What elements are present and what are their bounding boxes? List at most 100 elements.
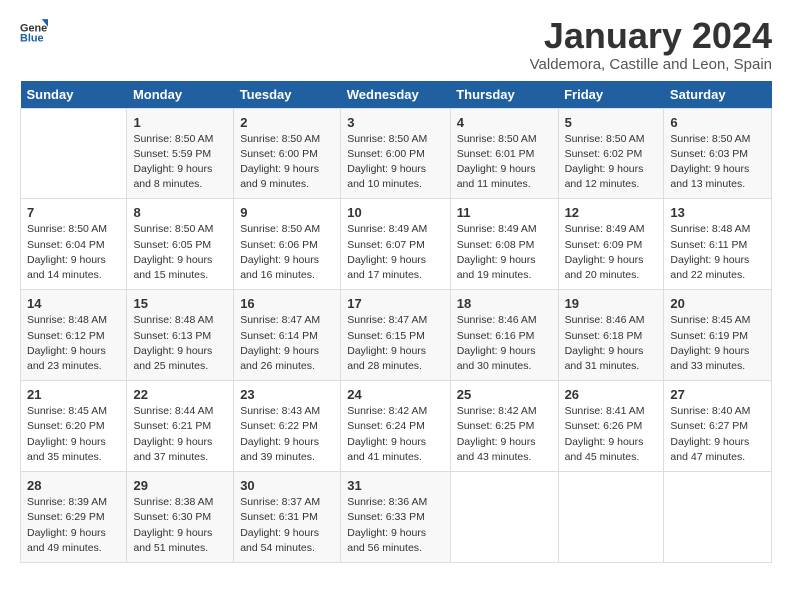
day-info: Sunrise: 8:40 AMSunset: 6:27 PMDaylight:… — [670, 404, 765, 465]
header-day-tuesday: Tuesday — [234, 81, 341, 109]
header-day-wednesday: Wednesday — [341, 81, 450, 109]
day-number: 15 — [133, 296, 227, 311]
day-number: 30 — [240, 478, 334, 493]
calendar-cell: 30 Sunrise: 8:37 AMSunset: 6:31 PMDayligh… — [234, 472, 341, 563]
calendar-cell: 21 Sunrise: 8:45 AMSunset: 6:20 PMDayligh… — [21, 381, 127, 472]
calendar-cell: 10 Sunrise: 8:49 AMSunset: 6:07 PMDayligh… — [341, 199, 450, 290]
day-number: 12 — [565, 205, 658, 220]
day-info: Sunrise: 8:50 AMSunset: 5:59 PMDaylight:… — [133, 132, 227, 193]
day-info: Sunrise: 8:50 AMSunset: 6:05 PMDaylight:… — [133, 222, 227, 283]
main-title: January 2024 — [530, 16, 772, 56]
day-number: 23 — [240, 387, 334, 402]
day-number: 1 — [133, 115, 227, 130]
calendar-cell: 2Sunrise: 8:50 AMSunset: 6:00 PMDaylight… — [234, 108, 341, 199]
calendar-cell — [664, 472, 772, 563]
day-info: Sunrise: 8:45 AMSunset: 6:19 PMDaylight:… — [670, 313, 765, 374]
day-info: Sunrise: 8:50 AMSunset: 6:03 PMDaylight:… — [670, 132, 765, 193]
day-number: 26 — [565, 387, 658, 402]
day-number: 4 — [457, 115, 552, 130]
calendar-cell: 22Sunrise: 8:44 AMSunset: 6:21 PMDayligh… — [127, 381, 234, 472]
calendar-cell: 26 Sunrise: 8:41 AMSunset: 6:26 PMDayligh… — [558, 381, 664, 472]
header-row: SundayMondayTuesdayWednesdayThursdayFrid… — [21, 81, 772, 109]
calendar-cell: 28 Sunrise: 8:39 AMSunset: 6:29 PMDayligh… — [21, 472, 127, 563]
calendar-cell: 19 Sunrise: 8:46 AMSunset: 6:18 PMDayligh… — [558, 290, 664, 381]
svg-text:Blue: Blue — [20, 33, 44, 44]
calendar-cell: 1 Sunrise: 8:50 AMSunset: 5:59 PMDaylight… — [127, 108, 234, 199]
calendar-cell: 7 Sunrise: 8:50 AMSunset: 6:04 PMDaylight… — [21, 199, 127, 290]
day-info: Sunrise: 8:49 AMSunset: 6:07 PMDaylight:… — [347, 222, 443, 283]
week-row-4: 21 Sunrise: 8:45 AMSunset: 6:20 PMDayligh… — [21, 381, 772, 472]
calendar-cell: 24Sunrise: 8:42 AMSunset: 6:24 PMDayligh… — [341, 381, 450, 472]
calendar-cell: 4Sunrise: 8:50 AMSunset: 6:01 PMDaylight… — [450, 108, 558, 199]
day-info: Sunrise: 8:46 AMSunset: 6:18 PMDaylight:… — [565, 313, 658, 374]
week-row-1: 1 Sunrise: 8:50 AMSunset: 5:59 PMDaylight… — [21, 108, 772, 199]
day-info: Sunrise: 8:49 AMSunset: 6:08 PMDaylight:… — [457, 222, 552, 283]
calendar-cell: 11 Sunrise: 8:49 AMSunset: 6:08 PMDayligh… — [450, 199, 558, 290]
calendar-cell: 31 Sunrise: 8:36 AMSunset: 6:33 PMDayligh… — [341, 472, 450, 563]
calendar-cell: 29Sunrise: 8:38 AMSunset: 6:30 PMDayligh… — [127, 472, 234, 563]
day-info: Sunrise: 8:42 AMSunset: 6:25 PMDaylight:… — [457, 404, 552, 465]
calendar-cell: 8 Sunrise: 8:50 AMSunset: 6:05 PMDaylight… — [127, 199, 234, 290]
day-number: 7 — [27, 205, 120, 220]
calendar-body: 1 Sunrise: 8:50 AMSunset: 5:59 PMDaylight… — [21, 108, 772, 562]
week-row-5: 28 Sunrise: 8:39 AMSunset: 6:29 PMDayligh… — [21, 472, 772, 563]
logo-icon: General Blue — [20, 16, 48, 44]
calendar-header: SundayMondayTuesdayWednesdayThursdayFrid… — [21, 81, 772, 109]
subtitle: Valdemora, Castille and Leon, Spain — [530, 56, 772, 73]
day-number: 19 — [565, 296, 658, 311]
day-number: 21 — [27, 387, 120, 402]
day-info: Sunrise: 8:48 AMSunset: 6:13 PMDaylight:… — [133, 313, 227, 374]
calendar-table: SundayMondayTuesdayWednesdayThursdayFrid… — [20, 81, 772, 563]
day-number: 28 — [27, 478, 120, 493]
calendar-cell: 13Sunrise: 8:48 AMSunset: 6:11 PMDayligh… — [664, 199, 772, 290]
day-info: Sunrise: 8:36 AMSunset: 6:33 PMDaylight:… — [347, 495, 443, 556]
calendar-cell: 9Sunrise: 8:50 AMSunset: 6:06 PMDaylight… — [234, 199, 341, 290]
day-info: Sunrise: 8:46 AMSunset: 6:16 PMDaylight:… — [457, 313, 552, 374]
day-number: 20 — [670, 296, 765, 311]
day-info: Sunrise: 8:50 AMSunset: 6:04 PMDaylight:… — [27, 222, 120, 283]
header-day-friday: Friday — [558, 81, 664, 109]
calendar-cell: 16 Sunrise: 8:47 AMSunset: 6:14 PMDayligh… — [234, 290, 341, 381]
day-info: Sunrise: 8:48 AMSunset: 6:11 PMDaylight:… — [670, 222, 765, 283]
day-info: Sunrise: 8:43 AMSunset: 6:22 PMDaylight:… — [240, 404, 334, 465]
day-number: 16 — [240, 296, 334, 311]
day-info: Sunrise: 8:37 AMSunset: 6:31 PMDaylight:… — [240, 495, 334, 556]
day-info: Sunrise: 8:50 AMSunset: 6:02 PMDaylight:… — [565, 132, 658, 193]
day-number: 2 — [240, 115, 334, 130]
day-info: Sunrise: 8:49 AMSunset: 6:09 PMDaylight:… — [565, 222, 658, 283]
week-row-2: 7 Sunrise: 8:50 AMSunset: 6:04 PMDaylight… — [21, 199, 772, 290]
day-info: Sunrise: 8:47 AMSunset: 6:14 PMDaylight:… — [240, 313, 334, 374]
day-number: 10 — [347, 205, 443, 220]
logo: General Blue — [20, 16, 48, 44]
day-info: Sunrise: 8:48 AMSunset: 6:12 PMDaylight:… — [27, 313, 120, 374]
week-row-3: 14 Sunrise: 8:48 AMSunset: 6:12 PMDayligh… — [21, 290, 772, 381]
day-number: 27 — [670, 387, 765, 402]
day-number: 11 — [457, 205, 552, 220]
calendar-cell: 23 Sunrise: 8:43 AMSunset: 6:22 PMDayligh… — [234, 381, 341, 472]
day-info: Sunrise: 8:50 AMSunset: 6:00 PMDaylight:… — [347, 132, 443, 193]
day-number: 14 — [27, 296, 120, 311]
day-number: 8 — [133, 205, 227, 220]
calendar-cell: 5Sunrise: 8:50 AMSunset: 6:02 PMDaylight… — [558, 108, 664, 199]
day-info: Sunrise: 8:41 AMSunset: 6:26 PMDaylight:… — [565, 404, 658, 465]
day-info: Sunrise: 8:39 AMSunset: 6:29 PMDaylight:… — [27, 495, 120, 556]
day-info: Sunrise: 8:38 AMSunset: 6:30 PMDaylight:… — [133, 495, 227, 556]
calendar-cell: 17Sunrise: 8:47 AMSunset: 6:15 PMDayligh… — [341, 290, 450, 381]
calendar-cell — [21, 108, 127, 199]
day-number: 22 — [133, 387, 227, 402]
calendar-cell: 20 Sunrise: 8:45 AMSunset: 6:19 PMDayligh… — [664, 290, 772, 381]
day-info: Sunrise: 8:47 AMSunset: 6:15 PMDaylight:… — [347, 313, 443, 374]
day-number: 31 — [347, 478, 443, 493]
calendar-cell: 14 Sunrise: 8:48 AMSunset: 6:12 PMDayligh… — [21, 290, 127, 381]
header-day-thursday: Thursday — [450, 81, 558, 109]
calendar-cell — [450, 472, 558, 563]
calendar-cell — [558, 472, 664, 563]
calendar-cell: 12 Sunrise: 8:49 AMSunset: 6:09 PMDayligh… — [558, 199, 664, 290]
header: General Blue January 2024 Valdemora, Cas… — [20, 16, 772, 73]
day-info: Sunrise: 8:45 AMSunset: 6:20 PMDaylight:… — [27, 404, 120, 465]
day-number: 18 — [457, 296, 552, 311]
calendar-cell: 15 Sunrise: 8:48 AMSunset: 6:13 PMDayligh… — [127, 290, 234, 381]
header-day-sunday: Sunday — [21, 81, 127, 109]
day-number: 9 — [240, 205, 334, 220]
calendar-cell: 6Sunrise: 8:50 AMSunset: 6:03 PMDaylight… — [664, 108, 772, 199]
